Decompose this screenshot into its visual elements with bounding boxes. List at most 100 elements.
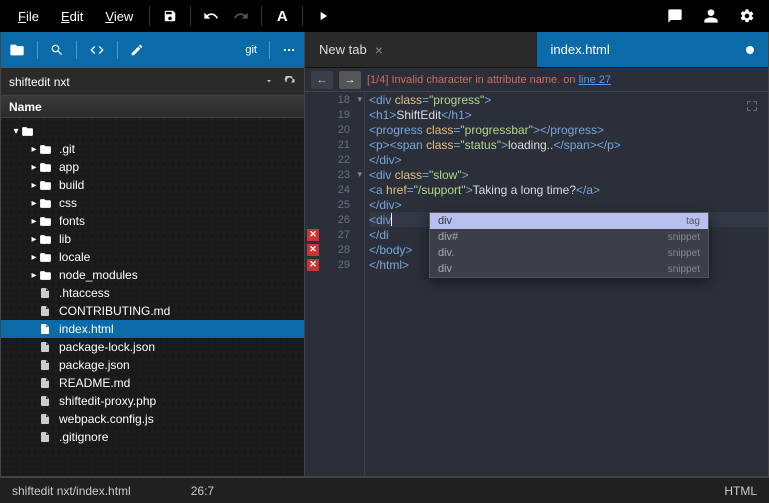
workspace: git shiftedit nxt Name ▾▸.git▸app▸build▸… — [0, 32, 769, 477]
git-label[interactable]: git — [245, 44, 257, 56]
status-language[interactable]: HTML — [724, 484, 757, 498]
fold-icon[interactable]: ▾ — [357, 169, 362, 180]
code-line[interactable]: <h1>ShiftEdit</h1> — [369, 107, 768, 122]
autocomplete-item[interactable]: div#snippet — [430, 229, 708, 245]
chat-icon[interactable] — [661, 2, 689, 30]
tree-item[interactable]: ▸fonts — [1, 212, 304, 230]
code-line[interactable]: <p><span class="status">loading..</span>… — [369, 137, 768, 152]
gutter-line[interactable]: 24 — [305, 182, 364, 197]
tree-item[interactable]: ▾ — [1, 122, 304, 140]
tab-new[interactable]: New tab × — [305, 32, 537, 67]
project-title: shiftedit nxt — [9, 75, 70, 89]
folder-icon — [39, 215, 55, 228]
gutter-line[interactable]: 18▾ — [305, 92, 364, 107]
code-content[interactable]: <div class="progress"> <h1>ShiftEdit</h1… — [365, 92, 768, 476]
editor-tabs: New tab × index.html — [305, 32, 768, 68]
code-line[interactable]: <div class="slow"> — [369, 167, 768, 182]
code-line[interactable]: </div> — [369, 152, 768, 167]
tree-item[interactable]: ▸.git — [1, 140, 304, 158]
ac-kind: snippet — [668, 264, 700, 275]
ac-label: div — [438, 263, 452, 275]
redo-icon[interactable] — [227, 2, 255, 30]
folder-open-icon[interactable] — [9, 42, 25, 58]
tree-item-label: CONTRIBUTING.md — [59, 304, 170, 318]
gutter-line[interactable]: ✕28 — [305, 242, 364, 257]
tree-item[interactable]: package.json — [1, 356, 304, 374]
menu-edit[interactable]: Edit — [51, 5, 93, 28]
tree-item[interactable]: ▸locale — [1, 248, 304, 266]
tree-item[interactable]: CONTRIBUTING.md — [1, 302, 304, 320]
edit-icon[interactable] — [130, 43, 144, 57]
tree-item[interactable]: index.html — [1, 320, 304, 338]
expand-icon[interactable] — [746, 100, 758, 112]
refresh-icon[interactable] — [284, 76, 296, 88]
code-editor[interactable]: 18▾1920212223▾242526✕27✕28✕29 <div class… — [305, 92, 768, 476]
autocomplete-item[interactable]: div.snippet — [430, 245, 708, 261]
error-mark-icon: ✕ — [307, 229, 319, 241]
user-icon[interactable] — [697, 2, 725, 30]
folder-icon — [39, 143, 55, 156]
gutter-line[interactable]: 23▾ — [305, 167, 364, 182]
font-icon[interactable]: A — [268, 2, 296, 30]
status-position[interactable]: 26:7 — [191, 484, 214, 498]
tree-item[interactable]: webpack.config.js — [1, 410, 304, 428]
autocomplete-item[interactable]: div snippet — [430, 261, 708, 277]
search-icon[interactable] — [50, 43, 64, 57]
next-error-icon[interactable]: → — [339, 71, 361, 89]
tree-item-label: .htaccess — [59, 286, 110, 300]
undo-icon[interactable] — [197, 2, 225, 30]
menu-file[interactable]: File — [8, 5, 49, 28]
file-icon — [39, 377, 55, 389]
tree-item-label: .gitignore — [59, 430, 108, 444]
close-icon[interactable]: × — [375, 42, 383, 58]
code-line[interactable]: </div> — [369, 197, 768, 212]
tree-item-label: lib — [59, 232, 71, 246]
folder-icon — [39, 161, 55, 174]
error-line-link[interactable]: line 27 — [579, 74, 611, 86]
gutter-line[interactable]: 21 — [305, 137, 364, 152]
code-line[interactable]: <div class="progress"> — [369, 92, 768, 107]
file-icon — [39, 359, 55, 371]
save-icon[interactable] — [156, 2, 184, 30]
prev-error-icon[interactable]: ← — [311, 71, 333, 89]
tree-item[interactable]: shiftedit-proxy.php — [1, 392, 304, 410]
column-header-name[interactable]: Name — [1, 96, 304, 118]
settings-icon[interactable] — [733, 2, 761, 30]
code-line[interactable]: <progress class="progressbar"></progress… — [369, 122, 768, 137]
folder-icon — [39, 251, 55, 264]
dropdown-icon[interactable] — [264, 76, 274, 88]
fold-icon[interactable]: ▾ — [357, 94, 362, 105]
autocomplete-item[interactable]: divtag — [430, 213, 708, 229]
tree-item[interactable]: .gitignore — [1, 428, 304, 446]
gutter-line[interactable]: ✕29 — [305, 257, 364, 272]
gutter-line[interactable]: 26 — [305, 212, 364, 227]
tree-item-label: app — [59, 160, 79, 174]
run-icon[interactable] — [309, 2, 337, 30]
tree-item[interactable]: ▸css — [1, 194, 304, 212]
gutter-line[interactable]: 25 — [305, 197, 364, 212]
tab-index-html[interactable]: index.html — [537, 32, 769, 67]
tree-item[interactable]: .htaccess — [1, 284, 304, 302]
code-icon[interactable] — [89, 42, 105, 58]
gutter-line[interactable]: ✕27 — [305, 227, 364, 242]
tree-item-label: build — [59, 178, 84, 192]
code-line[interactable]: <a href="/support">Taking a long time?</… — [369, 182, 768, 197]
gutter-line[interactable]: 22 — [305, 152, 364, 167]
tree-item[interactable]: ▸app — [1, 158, 304, 176]
gutter-line[interactable]: 19 — [305, 107, 364, 122]
file-icon — [39, 431, 55, 443]
autocomplete-popup: divtagdiv#snippetdiv.snippet div snippet — [429, 212, 709, 278]
tree-item-label: css — [59, 196, 77, 210]
tree-item[interactable]: README.md — [1, 374, 304, 392]
folder-icon — [39, 179, 55, 192]
tree-item[interactable]: ▸node_modules — [1, 266, 304, 284]
gutter-line[interactable]: 20 — [305, 122, 364, 137]
folder-icon — [39, 197, 55, 210]
tree-item[interactable]: ▸build — [1, 176, 304, 194]
more-icon[interactable] — [282, 43, 296, 57]
tree-item[interactable]: package-lock.json — [1, 338, 304, 356]
menu-view[interactable]: View — [95, 5, 143, 28]
tree-item[interactable]: ▸lib — [1, 230, 304, 248]
folder-icon — [39, 233, 55, 246]
status-path: shiftedit nxt/index.html — [12, 484, 131, 498]
